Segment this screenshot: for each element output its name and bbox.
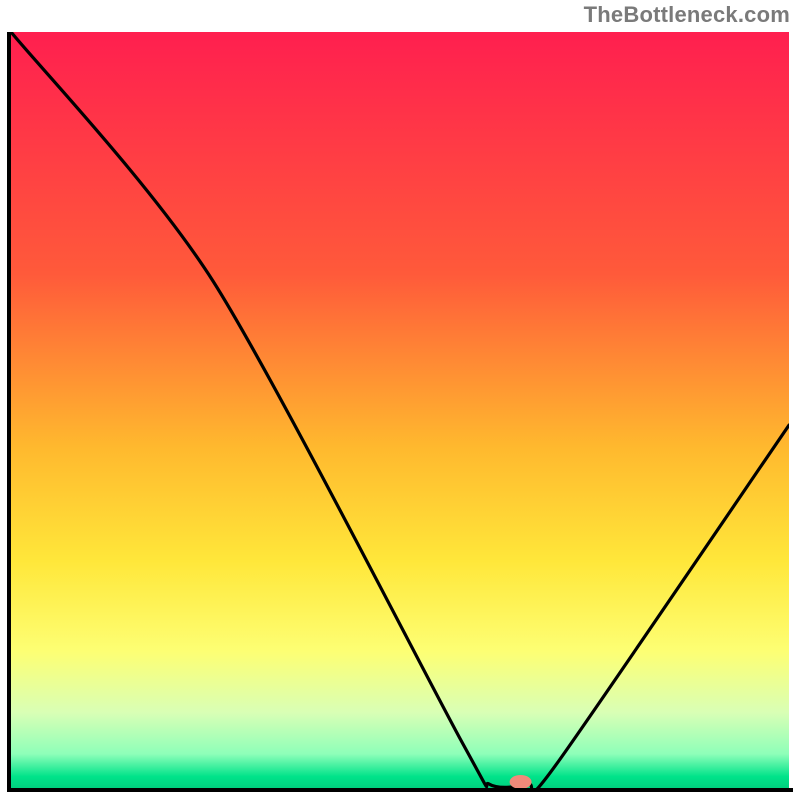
watermark-text: TheBottleneck.com — [584, 2, 790, 28]
plot-area — [11, 32, 789, 788]
gradient-background — [11, 32, 789, 788]
bottleneck-chart: TheBottleneck.com — [0, 0, 800, 800]
chart-svg — [11, 32, 789, 788]
